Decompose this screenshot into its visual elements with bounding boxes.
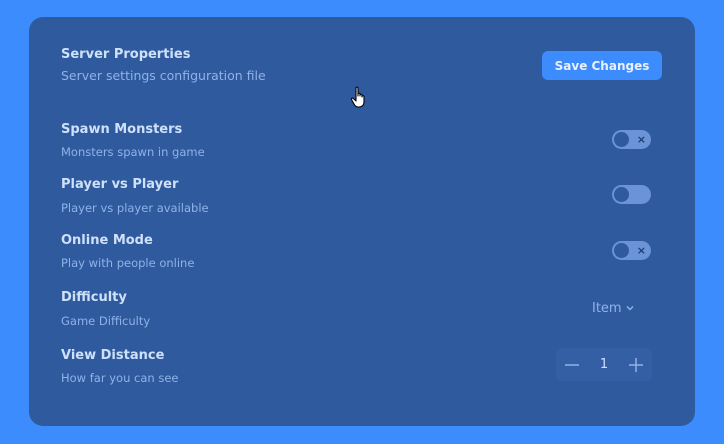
setting-title-view-distance: View Distance <box>61 348 165 363</box>
x-icon: × <box>636 133 646 146</box>
spawn-monsters-toggle[interactable]: × <box>612 130 651 149</box>
hand-pointer-cursor-icon <box>350 86 365 108</box>
increment-button[interactable] <box>620 348 652 381</box>
setting-desc-pvp: Player vs player available <box>61 201 209 215</box>
view-distance-value[interactable]: 1 <box>588 357 620 372</box>
difficulty-dropdown[interactable]: Item <box>592 298 635 318</box>
setting-desc-view-distance: How far you can see <box>61 371 179 385</box>
difficulty-selected-value: Item <box>592 300 622 316</box>
setting-title-difficulty: Difficulty <box>61 290 127 305</box>
pvp-toggle[interactable] <box>612 185 651 204</box>
setting-title-online-mode: Online Mode <box>61 233 153 248</box>
toggle-knob <box>614 243 629 258</box>
minus-icon <box>565 363 579 366</box>
setting-desc-online-mode: Play with people online <box>61 256 195 270</box>
page-title: Server Properties <box>61 47 191 62</box>
setting-title-spawn-monsters: Spawn Monsters <box>61 122 183 137</box>
server-properties-panel: Server Properties Server settings config… <box>29 17 695 426</box>
page-subtitle: Server settings configuration file <box>61 68 266 83</box>
setting-desc-difficulty: Game Difficulty <box>61 314 151 328</box>
setting-title-pvp: Player vs Player <box>61 177 179 192</box>
online-mode-toggle[interactable]: × <box>612 241 651 260</box>
toggle-knob <box>614 187 629 202</box>
toggle-knob <box>614 132 629 147</box>
chevron-down-icon <box>626 306 634 311</box>
save-changes-button[interactable]: Save Changes <box>542 51 662 80</box>
setting-desc-spawn-monsters: Monsters spawn in game <box>61 145 205 159</box>
decrement-button[interactable] <box>556 348 588 381</box>
x-icon: × <box>636 244 646 257</box>
plus-icon <box>629 357 643 372</box>
view-distance-stepper: 1 <box>556 348 652 381</box>
